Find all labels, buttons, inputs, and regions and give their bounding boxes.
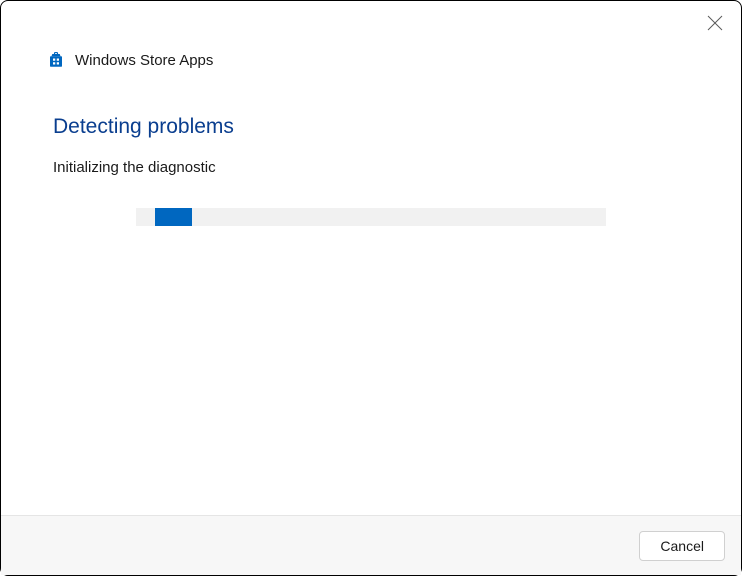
main-heading: Detecting problems — [53, 115, 689, 139]
progress-fill — [155, 208, 193, 226]
footer: Cancel — [1, 515, 741, 575]
close-button[interactable] — [707, 15, 723, 31]
content-area: Detecting problems Initializing the diag… — [1, 69, 741, 515]
status-text: Initializing the diagnostic — [53, 159, 689, 176]
header: Windows Store Apps — [1, 1, 741, 69]
store-icon — [47, 51, 65, 69]
header-title: Windows Store Apps — [75, 52, 213, 69]
cancel-button[interactable]: Cancel — [639, 531, 725, 561]
progress-bar — [136, 208, 606, 226]
close-icon — [707, 15, 723, 31]
